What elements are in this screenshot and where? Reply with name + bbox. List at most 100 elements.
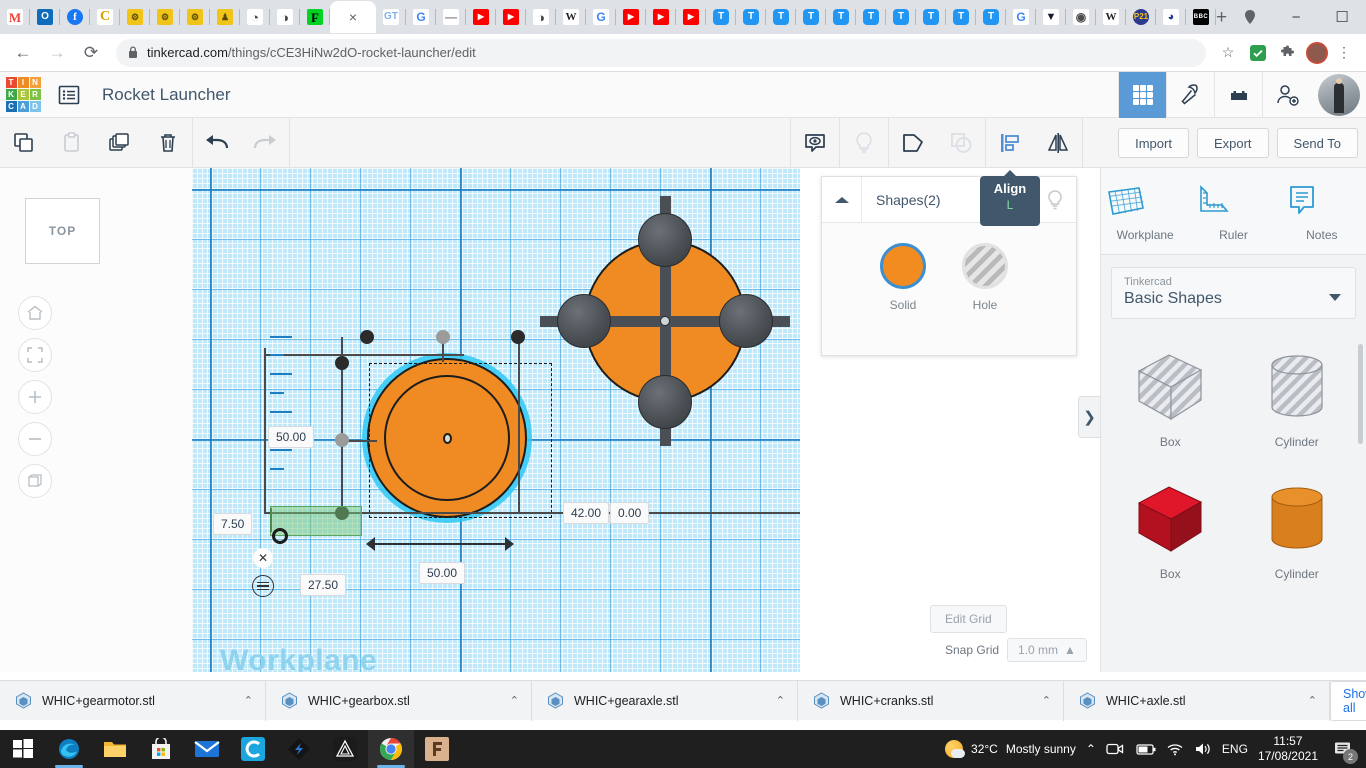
google-tab-3[interactable]: G bbox=[1006, 1, 1036, 33]
download-item-gearbox[interactable]: WHIC+gearbox.stl ⌃ bbox=[266, 681, 532, 721]
panel-collapse-toggle[interactable]: ❯ bbox=[1078, 396, 1100, 438]
google-tab-1[interactable]: G bbox=[406, 1, 436, 33]
meet-now-icon[interactable] bbox=[1106, 742, 1124, 756]
person-tab[interactable]: ♟ bbox=[210, 1, 240, 33]
back-button[interactable]: ← bbox=[8, 38, 38, 68]
thingiverse-tab-7[interactable]: T bbox=[886, 1, 916, 33]
notes-tool[interactable]: Notes bbox=[1278, 168, 1366, 254]
p21-tab[interactable]: P21 bbox=[1126, 1, 1156, 33]
vimeo-tab[interactable]: ▼ bbox=[1036, 1, 1066, 33]
thingiverse-tab-5[interactable]: T bbox=[826, 1, 856, 33]
shape-cylinder-orange[interactable]: Cylinder bbox=[1234, 465, 1361, 597]
fusion-tab[interactable]: F bbox=[300, 1, 330, 33]
workplane-tool[interactable]: Workplane bbox=[1101, 168, 1189, 254]
view-cube[interactable]: TOP bbox=[25, 198, 100, 264]
dimension-x-42[interactable]: 42.00 bbox=[563, 502, 609, 524]
send-to-button[interactable]: Send To bbox=[1277, 128, 1358, 158]
cura-tab[interactable]: C bbox=[90, 1, 120, 33]
minimize-button[interactable]: − bbox=[1273, 0, 1319, 34]
download-menu-caret[interactable]: ⌃ bbox=[1042, 694, 1051, 707]
tinkercad-logo[interactable]: TINKERCAD bbox=[0, 72, 46, 118]
grid-view-icon[interactable] bbox=[1118, 72, 1166, 118]
close-icon[interactable]: × bbox=[349, 9, 357, 25]
avatar[interactable] bbox=[1318, 74, 1360, 116]
extensions-puzzle-icon[interactable] bbox=[1274, 39, 1302, 67]
address-bar[interactable]: tinkercad.com/things/cCE3HiNw2dO-rocket-… bbox=[116, 39, 1206, 67]
hammer-pick-icon[interactable] bbox=[1166, 72, 1214, 118]
youtube-tab-4[interactable]: ▶ bbox=[646, 1, 676, 33]
resize-handle-top-left[interactable] bbox=[360, 330, 374, 344]
dimension-offset-27-5[interactable]: 27.50 bbox=[300, 574, 346, 596]
battery-icon[interactable] bbox=[1134, 743, 1156, 756]
dash-tab[interactable]: — bbox=[436, 1, 466, 33]
shape-box-hole[interactable]: Box bbox=[1107, 333, 1234, 465]
browser-profile-avatar[interactable] bbox=[1306, 42, 1328, 64]
google-tab-2[interactable]: G bbox=[586, 1, 616, 33]
delete-button[interactable] bbox=[144, 118, 192, 168]
thingiverse-tab-4[interactable]: T bbox=[796, 1, 826, 33]
tray-expand-caret[interactable]: ⌃ bbox=[1086, 742, 1096, 756]
notification-center-button[interactable]: 2 bbox=[1328, 730, 1358, 768]
bookmark-star-icon[interactable]: ☆ bbox=[1214, 39, 1242, 67]
solid-color-swatch[interactable] bbox=[880, 243, 926, 289]
robot-tab-1[interactable]: ⚙ bbox=[120, 1, 150, 33]
paste-button[interactable] bbox=[48, 118, 96, 168]
blocks-brick-icon[interactable] bbox=[1214, 72, 1262, 118]
bird-tab[interactable]: ◕ bbox=[1156, 1, 1186, 33]
dimension-width-50[interactable]: 50.00 bbox=[419, 562, 465, 584]
volume-icon[interactable] bbox=[1194, 742, 1212, 756]
chrome-menu-icon[interactable]: ⋮ bbox=[1330, 39, 1358, 67]
youtube-tab-5[interactable]: ▶ bbox=[676, 1, 706, 33]
youtube-tab-1[interactable]: ▶ bbox=[466, 1, 496, 33]
globe-tab-2[interactable]: ◑ bbox=[270, 1, 300, 33]
fit-view-button[interactable] bbox=[18, 338, 52, 372]
thingiverse-tab-1[interactable]: T bbox=[706, 1, 736, 33]
download-item-gearaxle[interactable]: WHIC+gearaxle.stl ⌃ bbox=[532, 681, 798, 721]
align-button[interactable] bbox=[986, 118, 1034, 168]
sidebar-scrollbar[interactable] bbox=[1358, 344, 1363, 444]
chevron-up-icon[interactable] bbox=[822, 177, 862, 223]
light-bulb-button[interactable] bbox=[840, 118, 888, 168]
dimension-z-0[interactable]: 0.00 bbox=[610, 502, 649, 524]
microsoft-store-taskbar-icon[interactable] bbox=[138, 730, 184, 768]
rotate-handle-left[interactable] bbox=[335, 433, 349, 447]
gmail-tab[interactable]: M bbox=[0, 1, 30, 33]
fusion360-taskbar-icon[interactable] bbox=[414, 730, 460, 768]
ungroup-button[interactable] bbox=[937, 118, 985, 168]
weather-widget[interactable]: 32°C Mostly sunny bbox=[945, 740, 1076, 758]
ruler-close-button[interactable]: ✕ bbox=[253, 548, 273, 568]
wikipedia-tab-2[interactable]: W bbox=[1096, 1, 1126, 33]
language-indicator[interactable]: ENG bbox=[1222, 742, 1248, 756]
youtube-tab-2[interactable]: ▶ bbox=[496, 1, 526, 33]
thingiverse-tab-10[interactable]: T bbox=[976, 1, 1006, 33]
hole-option[interactable]: Hole bbox=[962, 243, 1008, 312]
profile-pin-icon[interactable] bbox=[1227, 0, 1273, 34]
edge-taskbar-icon[interactable] bbox=[46, 730, 92, 768]
robot-tab-2[interactable]: ⚙ bbox=[150, 1, 180, 33]
ruler-tool[interactable]: Ruler bbox=[1189, 168, 1277, 254]
download-item-axle[interactable]: WHIC+axle.stl ⌃ bbox=[1064, 681, 1330, 721]
download-menu-caret[interactable]: ⌃ bbox=[244, 694, 253, 707]
3d-workspace-canvas[interactable]: ✕ Workplane bbox=[192, 168, 800, 672]
wikipedia-tab-1[interactable]: W bbox=[556, 1, 586, 33]
home-view-button[interactable] bbox=[18, 296, 52, 330]
ruler-menu-button[interactable] bbox=[252, 575, 274, 597]
light-bulb-icon[interactable] bbox=[1046, 189, 1064, 211]
thingiverse-tab-2[interactable]: T bbox=[736, 1, 766, 33]
resize-handle-left[interactable] bbox=[335, 356, 349, 370]
redo-button[interactable] bbox=[241, 118, 289, 168]
globe-tab-1[interactable]: ◔ bbox=[240, 1, 270, 33]
add-person-icon[interactable] bbox=[1262, 72, 1310, 118]
duplicate-button[interactable] bbox=[96, 118, 144, 168]
forward-button[interactable]: → bbox=[42, 38, 72, 68]
maximize-button[interactable]: ☐ bbox=[1319, 0, 1365, 34]
chevron-down-icon[interactable] bbox=[1329, 294, 1341, 301]
cura-taskbar-icon[interactable] bbox=[230, 730, 276, 768]
import-button[interactable]: Import bbox=[1118, 128, 1189, 158]
show-all-downloads-button[interactable]: Show all bbox=[1330, 681, 1366, 721]
chrome-taskbar-icon[interactable] bbox=[368, 730, 414, 768]
mirror-button[interactable] bbox=[1034, 118, 1082, 168]
export-button[interactable]: Export bbox=[1197, 128, 1269, 158]
copy-button[interactable] bbox=[0, 118, 48, 168]
undo-button[interactable] bbox=[193, 118, 241, 168]
